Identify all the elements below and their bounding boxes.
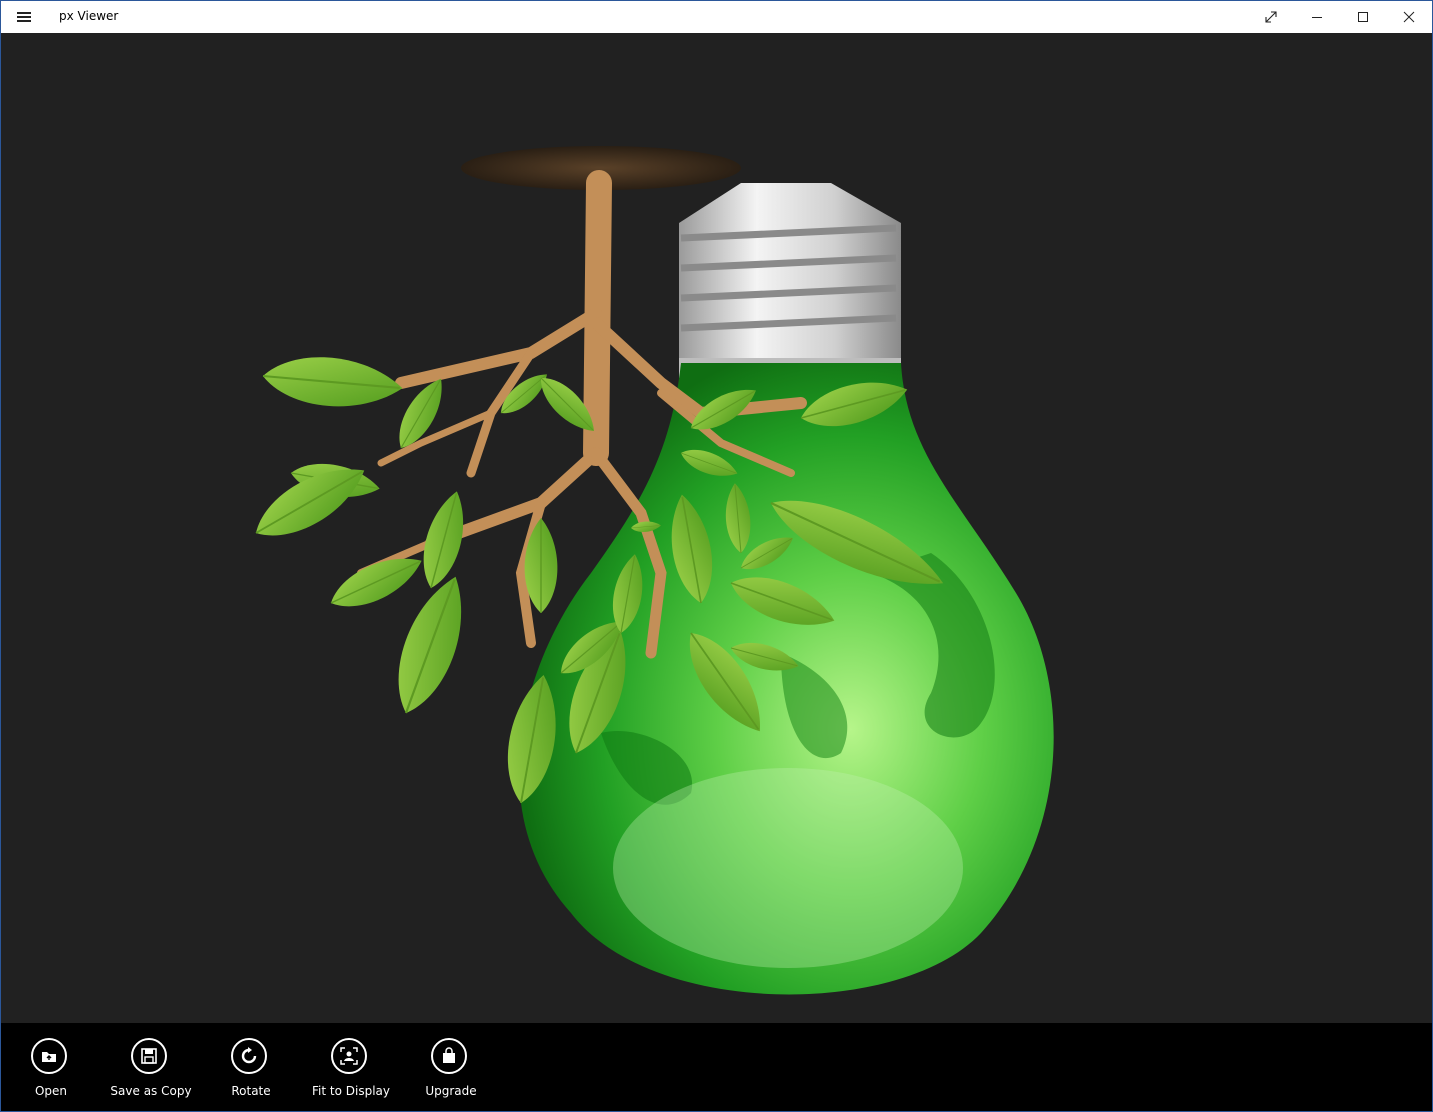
open-label: Open: [34, 1084, 68, 1098]
upgrade-button[interactable]: Upgrade: [401, 1033, 501, 1109]
close-button[interactable]: [1386, 1, 1432, 33]
maximize-icon: [1358, 12, 1368, 22]
rotate-label: Rotate: [231, 1084, 271, 1098]
minimize-icon: [1312, 17, 1322, 18]
bulb-screw-base: [679, 183, 901, 378]
shopping-bag-icon: [431, 1038, 467, 1074]
app-window: px Viewer Open Save as Copy Rotate Fit t…: [0, 0, 1433, 1112]
rotate-button[interactable]: Rotate: [201, 1033, 301, 1109]
upgrade-label: Upgrade: [425, 1084, 477, 1098]
save-icon: [131, 1038, 167, 1074]
displayed-image: [244, 146, 1054, 995]
fit-to-display-icon: [331, 1038, 367, 1074]
rotate-icon: [231, 1038, 267, 1074]
bottom-app-bar: Open Save as Copy Rotate Fit to Display …: [1, 1023, 1432, 1111]
open-folder-icon: [31, 1038, 67, 1074]
fit-to-display-button[interactable]: Fit to Display: [301, 1033, 401, 1109]
minimize-button[interactable]: [1294, 1, 1340, 33]
save-as-copy-label: Save as Copy: [110, 1084, 192, 1098]
maximize-button[interactable]: [1340, 1, 1386, 33]
fullscreen-button[interactable]: [1248, 1, 1294, 33]
save-as-copy-button[interactable]: Save as Copy: [101, 1033, 201, 1109]
bulb-highlight: [613, 768, 963, 968]
image-viewer[interactable]: [1, 33, 1432, 1023]
open-button[interactable]: Open: [1, 1033, 101, 1109]
hamburger-menu-icon[interactable]: [15, 10, 35, 24]
title-bar: px Viewer: [1, 1, 1432, 33]
fullscreen-icon: [1265, 11, 1277, 23]
close-icon: [1403, 11, 1415, 23]
fit-to-display-label: Fit to Display: [312, 1084, 390, 1098]
window-title: px Viewer: [59, 9, 119, 23]
